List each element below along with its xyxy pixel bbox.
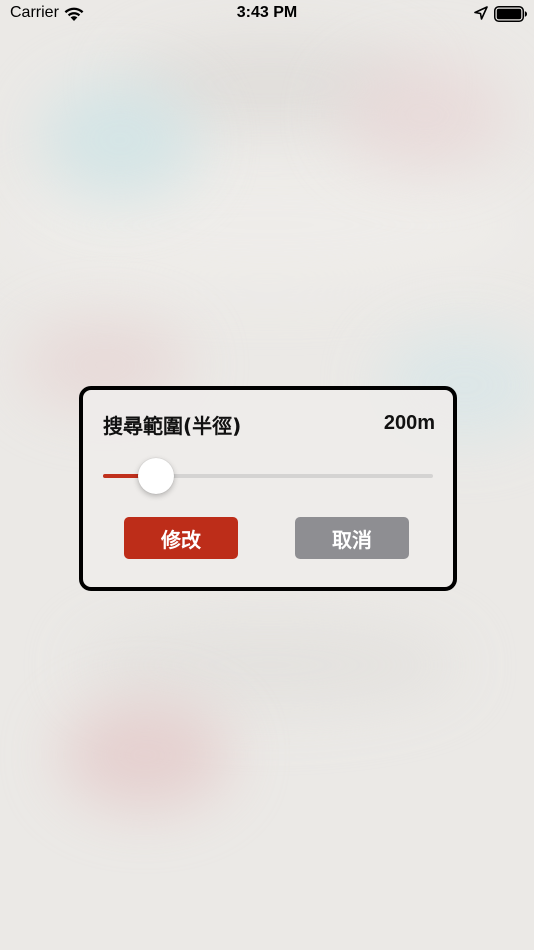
cancel-button[interactable]: 取消 [295,517,409,559]
battery-icon [494,6,527,22]
location-icon [474,6,488,20]
radius-slider[interactable] [103,458,433,494]
radius-value: 200m [383,412,435,434]
status-time: 3:43 PM [236,4,298,21]
dialog-title: 搜尋範圍(半徑) [103,414,242,438]
confirm-button[interactable]: 修改 [124,517,238,559]
status-bar: Carrier 3:43 PM [0,0,534,28]
slider-thumb[interactable] [137,458,174,494]
search-radius-dialog: 搜尋範圍(半徑) 200m 修改 取消 [79,386,457,591]
